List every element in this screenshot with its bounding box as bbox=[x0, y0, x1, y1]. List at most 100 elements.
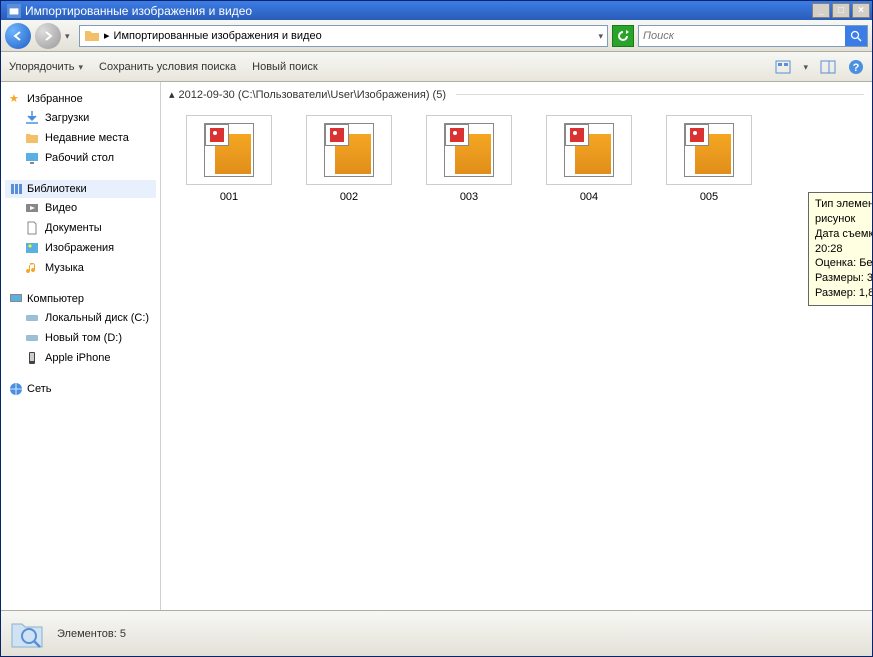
network-label: Сеть bbox=[27, 383, 51, 395]
maximize-button[interactable]: □ bbox=[832, 3, 850, 18]
search-box bbox=[638, 25, 868, 47]
image-badge-icon bbox=[690, 128, 704, 142]
image-badge-icon bbox=[450, 128, 464, 142]
sidebar-item-videos[interactable]: Видео bbox=[5, 198, 156, 218]
video-icon bbox=[25, 201, 39, 215]
favorites-label: Избранное bbox=[27, 93, 83, 105]
file-thumbnail bbox=[306, 115, 392, 185]
arrow-left-icon bbox=[12, 30, 24, 42]
sidebar-item-downloads[interactable]: Загрузки bbox=[5, 108, 156, 128]
computer-label: Компьютер bbox=[27, 293, 84, 305]
library-icon bbox=[9, 182, 23, 196]
minimize-button[interactable]: _ bbox=[812, 3, 830, 18]
search-icon bbox=[850, 30, 862, 42]
svg-text:?: ? bbox=[853, 62, 860, 74]
group-separator-line bbox=[456, 94, 864, 95]
search-input[interactable] bbox=[639, 30, 845, 42]
disk-icon bbox=[25, 331, 39, 345]
sidebar-item-desktop[interactable]: Рабочий стол bbox=[5, 148, 156, 168]
collapse-icon[interactable]: ▴ bbox=[169, 88, 175, 101]
organize-menu[interactable]: Упорядочить bbox=[9, 61, 83, 73]
command-bar: Упорядочить Сохранить условия поиска Нов… bbox=[1, 52, 872, 82]
image-badge-icon bbox=[330, 128, 344, 142]
file-thumbnail bbox=[426, 115, 512, 185]
sidebar-item-pictures[interactable]: Изображения bbox=[5, 238, 156, 258]
preview-pane-icon[interactable] bbox=[820, 59, 836, 75]
sidebar-item-label: Локальный диск (C:) bbox=[45, 312, 149, 324]
nav-bar: ▸ Импортированные изображения и видео bbox=[1, 20, 872, 52]
computer-icon bbox=[9, 292, 23, 306]
status-count: Элементов: 5 bbox=[57, 628, 126, 640]
doc-icon bbox=[25, 221, 39, 235]
star-icon: ★ bbox=[9, 92, 23, 106]
save-search-label: Сохранить условия поиска bbox=[99, 61, 236, 73]
refresh-button[interactable] bbox=[612, 25, 634, 47]
arrow-right-icon bbox=[42, 30, 54, 42]
tooltip-type: Тип элемента: JPEG-рисунок bbox=[815, 197, 872, 227]
image-badge-icon bbox=[210, 128, 224, 142]
window-title: Импортированные изображения и видео bbox=[25, 4, 812, 18]
close-button[interactable]: × bbox=[852, 3, 870, 18]
help-icon[interactable]: ? bbox=[848, 59, 864, 75]
disk-icon bbox=[25, 311, 39, 325]
folder-icon bbox=[84, 28, 100, 44]
sidebar-network-header[interactable]: Сеть bbox=[5, 380, 156, 398]
file-name: 003 bbox=[460, 191, 478, 203]
sidebar-item-label: Недавние места bbox=[45, 132, 129, 144]
group-header-text: 2012-09-30 (C:\Пользователи\User\Изображ… bbox=[179, 89, 446, 101]
sidebar-item-disk-d[interactable]: Новый том (D:) bbox=[5, 328, 156, 348]
organize-label: Упорядочить bbox=[9, 61, 74, 73]
back-button[interactable] bbox=[5, 23, 31, 49]
search-folder-icon bbox=[9, 616, 45, 652]
file-item[interactable]: 002 bbox=[301, 111, 397, 207]
address-bar[interactable]: ▸ Импортированные изображения и видео bbox=[79, 25, 608, 47]
device-icon bbox=[25, 351, 39, 365]
tooltip-date: Дата съемки: 29.09.2012 20:28 bbox=[815, 227, 872, 257]
titlebar[interactable]: Импортированные изображения и видео _ □ … bbox=[1, 1, 872, 20]
file-thumbnail bbox=[186, 115, 272, 185]
libraries-label: Библиотеки bbox=[27, 183, 87, 195]
app-icon bbox=[7, 4, 21, 18]
save-search-button[interactable]: Сохранить условия поиска bbox=[99, 61, 236, 73]
sidebar-item-music[interactable]: Музыка bbox=[5, 258, 156, 278]
sidebar-item-recent[interactable]: Недавние места bbox=[5, 128, 156, 148]
sidebar-libraries-header[interactable]: Библиотеки bbox=[5, 180, 156, 198]
view-dropdown[interactable] bbox=[803, 61, 808, 73]
forward-button[interactable] bbox=[35, 23, 61, 49]
recent-icon bbox=[25, 131, 39, 145]
navigation-pane: ★ Избранное Загрузки Недавние места Рабо… bbox=[1, 82, 161, 610]
sidebar-item-label: Загрузки bbox=[45, 112, 89, 124]
sidebar-item-label: Видео bbox=[45, 202, 77, 214]
sidebar-item-iphone[interactable]: Apple iPhone bbox=[5, 348, 156, 368]
file-name: 002 bbox=[340, 191, 358, 203]
search-button[interactable] bbox=[845, 26, 867, 46]
file-item[interactable]: 004 bbox=[541, 111, 637, 207]
file-thumbnail bbox=[546, 115, 632, 185]
new-search-label: Новый поиск bbox=[252, 61, 318, 73]
view-mode-icon[interactable] bbox=[775, 59, 791, 75]
sidebar-item-disk-c[interactable]: Локальный диск (C:) bbox=[5, 308, 156, 328]
file-item[interactable]: 003 bbox=[421, 111, 517, 207]
new-search-button[interactable]: Новый поиск bbox=[252, 61, 318, 73]
sidebar-item-label: Музыка bbox=[45, 262, 84, 274]
desktop-icon bbox=[25, 151, 39, 165]
nav-history-dropdown[interactable] bbox=[65, 30, 75, 42]
tooltip-rating: Оценка: Без оценки bbox=[815, 256, 872, 271]
sidebar-favorites-header[interactable]: ★ Избранное bbox=[5, 90, 156, 108]
tooltip-size: Размер: 1,80 МБ bbox=[815, 286, 872, 301]
details-pane: Элементов: 5 bbox=[1, 610, 872, 656]
file-item[interactable]: 005 bbox=[661, 111, 757, 207]
sidebar-item-label: Рабочий стол bbox=[45, 152, 114, 164]
file-list-pane[interactable]: ▴ 2012-09-30 (C:\Пользователи\User\Изобр… bbox=[161, 82, 872, 610]
address-dropdown[interactable] bbox=[598, 30, 603, 42]
sidebar-item-label: Новый том (D:) bbox=[45, 332, 122, 344]
file-item[interactable]: 001 bbox=[181, 111, 277, 207]
sidebar-computer-header[interactable]: Компьютер bbox=[5, 290, 156, 308]
image-badge-icon bbox=[570, 128, 584, 142]
tooltip-dimensions: Размеры: 3264 x 2448 bbox=[815, 271, 872, 286]
image-icon bbox=[25, 241, 39, 255]
sidebar-item-documents[interactable]: Документы bbox=[5, 218, 156, 238]
explorer-window: Импортированные изображения и видео _ □ … bbox=[0, 0, 873, 657]
group-header[interactable]: ▴ 2012-09-30 (C:\Пользователи\User\Изобр… bbox=[161, 82, 872, 107]
breadcrumb-text[interactable]: Импортированные изображения и видео bbox=[114, 30, 595, 42]
